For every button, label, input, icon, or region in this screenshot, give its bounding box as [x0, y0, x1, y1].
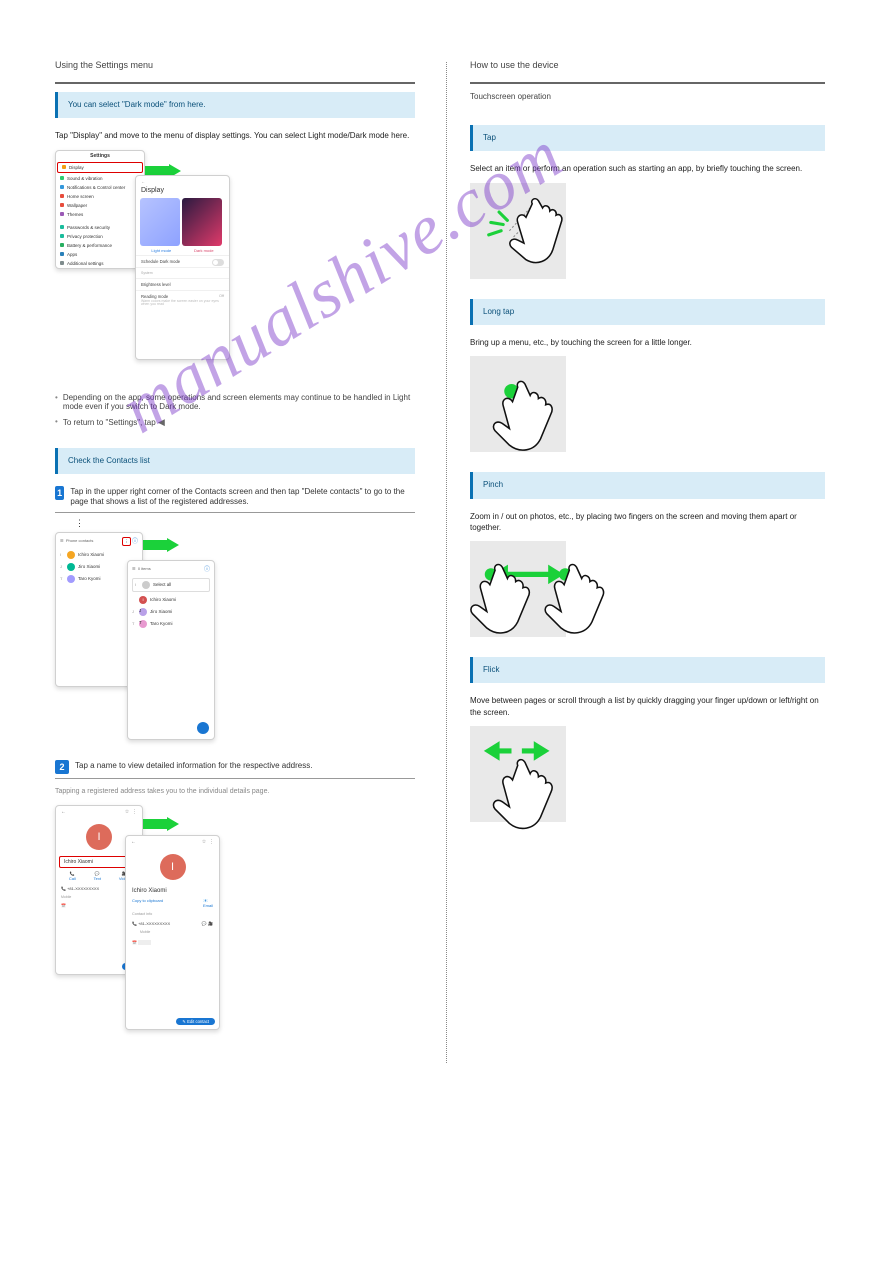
- settings-item-label: Battery & performance: [67, 243, 112, 248]
- settings-row-display[interactable]: Display: [57, 162, 143, 173]
- settings-item-label: Themes: [67, 212, 83, 217]
- back-triangle-icon: ◀: [158, 417, 165, 428]
- step-number-1: 1: [55, 486, 64, 500]
- settings-item-label: Wallpaper: [67, 203, 87, 208]
- gesture-flick-illustration: [470, 726, 566, 822]
- intro-darkmode: Tap "Display" and move to the menu of di…: [55, 130, 415, 141]
- settings-item-label: Display: [69, 165, 84, 170]
- light-mode-label[interactable]: Light mode: [151, 248, 171, 253]
- gesture-tap-illustration: [470, 183, 566, 279]
- settings-item-label: Additional settings: [67, 261, 104, 266]
- step-2: 2 Tap a name to view detailed informatio…: [55, 760, 415, 779]
- fab-add-icon[interactable]: [197, 722, 209, 734]
- kebab-icon: ⋮: [75, 522, 84, 526]
- call-action[interactable]: 📞Call: [69, 871, 76, 881]
- settings-item-label: Privacy protection: [67, 234, 103, 239]
- body-flick: Move between pages or scroll through a l…: [470, 695, 825, 717]
- section-header-left: Using the Settings menu: [55, 60, 415, 70]
- settings-item-label: Apps: [67, 252, 77, 257]
- contact-name-large: Ichiro Xiaomi: [126, 886, 219, 896]
- settings-item-label: Passwords & security: [67, 225, 110, 230]
- body-longtap: Bring up a menu, etc., by touching the s…: [470, 337, 825, 348]
- hint-tap: Tap: [470, 125, 825, 151]
- step-2-sub: Tapping a registered address takes you t…: [55, 787, 415, 797]
- step-1-text: Tap in the upper right corner of the Con…: [70, 486, 415, 508]
- settings-item-label: Notifications & Control center: [67, 185, 125, 190]
- step-2-text: Tap a name to view detailed information …: [75, 760, 312, 771]
- step-number-2: 2: [55, 760, 69, 774]
- body-pinch: Zoom in / out on photos, etc., by placin…: [470, 511, 825, 533]
- edit-contact-button[interactable]: ✎ Edit contact: [176, 1018, 215, 1025]
- reading-mode-row[interactable]: Reading mode: [141, 294, 168, 299]
- gesture-pinch-illustration: [470, 541, 566, 637]
- touchscreen-subtitle: Touchscreen operation: [470, 92, 825, 101]
- step-1: 1 Tap in the upper right corner of the C…: [55, 486, 415, 513]
- dark-mode-label[interactable]: Dark mode: [194, 248, 214, 253]
- gesture-longtap-illustration: [470, 356, 566, 452]
- body-tap: Select an item or perform an operation s…: [470, 163, 825, 174]
- brightness-row[interactable]: Brightness level: [136, 278, 229, 290]
- contact-avatar: I: [160, 854, 186, 880]
- note-darkmode-apps: Depending on the app, some operations an…: [55, 393, 415, 411]
- display-title: Display: [136, 187, 229, 196]
- arrow-icon: [143, 817, 179, 831]
- text-action[interactable]: 💬Text: [94, 871, 101, 881]
- settings-title: Settings: [56, 151, 144, 161]
- contact-avatar: I: [86, 824, 112, 850]
- copy-clipboard-button[interactable]: Copy to clipboard: [132, 898, 163, 908]
- arrow-icon: [143, 538, 179, 552]
- hint-darkmode: You can select "Dark mode" from here.: [55, 92, 415, 118]
- settings-item-label: Sound & vibration: [67, 176, 103, 181]
- section-header-right: How to use the device: [470, 60, 825, 70]
- note-back: To return to "Settings", tap ◀: [55, 417, 415, 428]
- settings-item-label: Home screen: [67, 194, 94, 199]
- email-action[interactable]: Email: [203, 903, 213, 908]
- hint-contacts: Check the Contacts list: [55, 448, 415, 474]
- schedule-dark-row[interactable]: Schedule Dark mode: [141, 259, 180, 264]
